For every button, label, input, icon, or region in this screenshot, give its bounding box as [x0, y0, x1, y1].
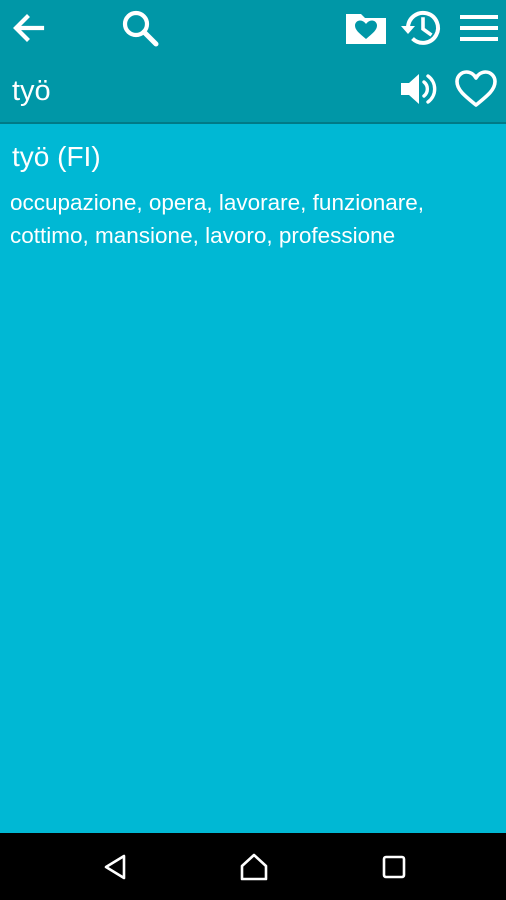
back-arrow-icon[interactable]: [6, 6, 50, 50]
system-nav-bar: [0, 833, 506, 900]
entry-translations: occupazione, opera, lavorare, funzionare…: [10, 190, 425, 248]
history-icon[interactable]: [398, 4, 446, 52]
word-bar: työ: [0, 56, 506, 124]
favorites-folder-icon[interactable]: [342, 6, 390, 50]
heart-outline-icon[interactable]: [452, 66, 500, 112]
nav-back-icon[interactable]: [96, 847, 136, 887]
nav-home-icon[interactable]: [234, 847, 274, 887]
menu-icon[interactable]: [456, 6, 502, 50]
current-word: työ: [12, 75, 51, 107]
nav-recents-icon[interactable]: [374, 847, 414, 887]
entry-title: työ (FI): [12, 141, 101, 172]
top-toolbar: [0, 0, 506, 56]
speaker-icon[interactable]: [396, 66, 442, 112]
search-icon[interactable]: [118, 6, 162, 50]
entry-content: työ (FI) occupazione, opera, lavorare, f…: [0, 124, 506, 833]
